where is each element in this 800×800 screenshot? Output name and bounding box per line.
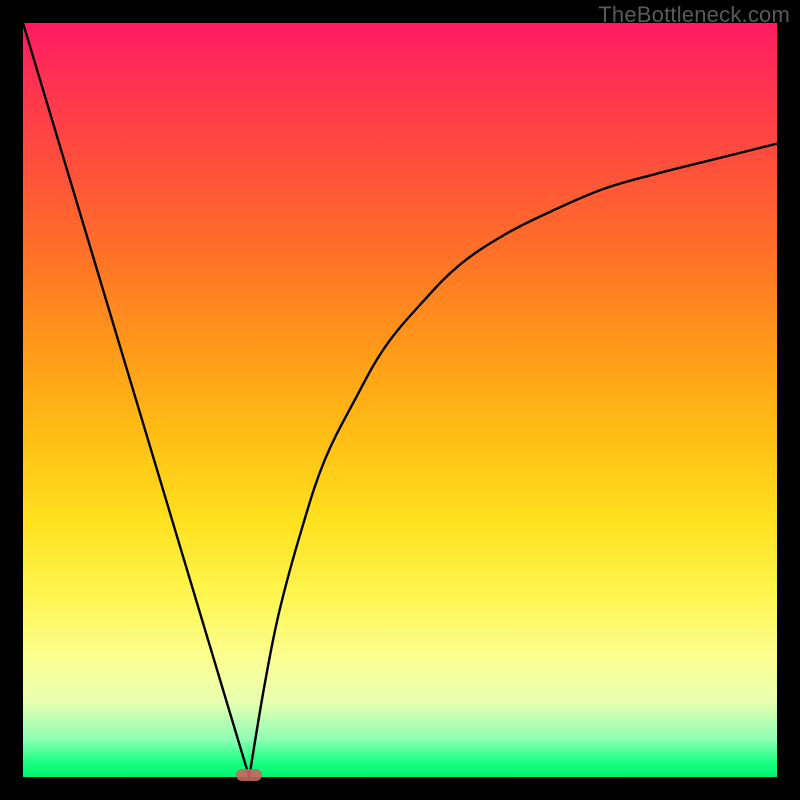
bottleneck-curve (23, 23, 777, 777)
curve-left-branch (23, 23, 249, 777)
curve-right-branch (249, 144, 777, 777)
optimal-point-marker (236, 769, 262, 781)
watermark-text: TheBottleneck.com (598, 2, 790, 28)
chart-frame: TheBottleneck.com (0, 0, 800, 800)
